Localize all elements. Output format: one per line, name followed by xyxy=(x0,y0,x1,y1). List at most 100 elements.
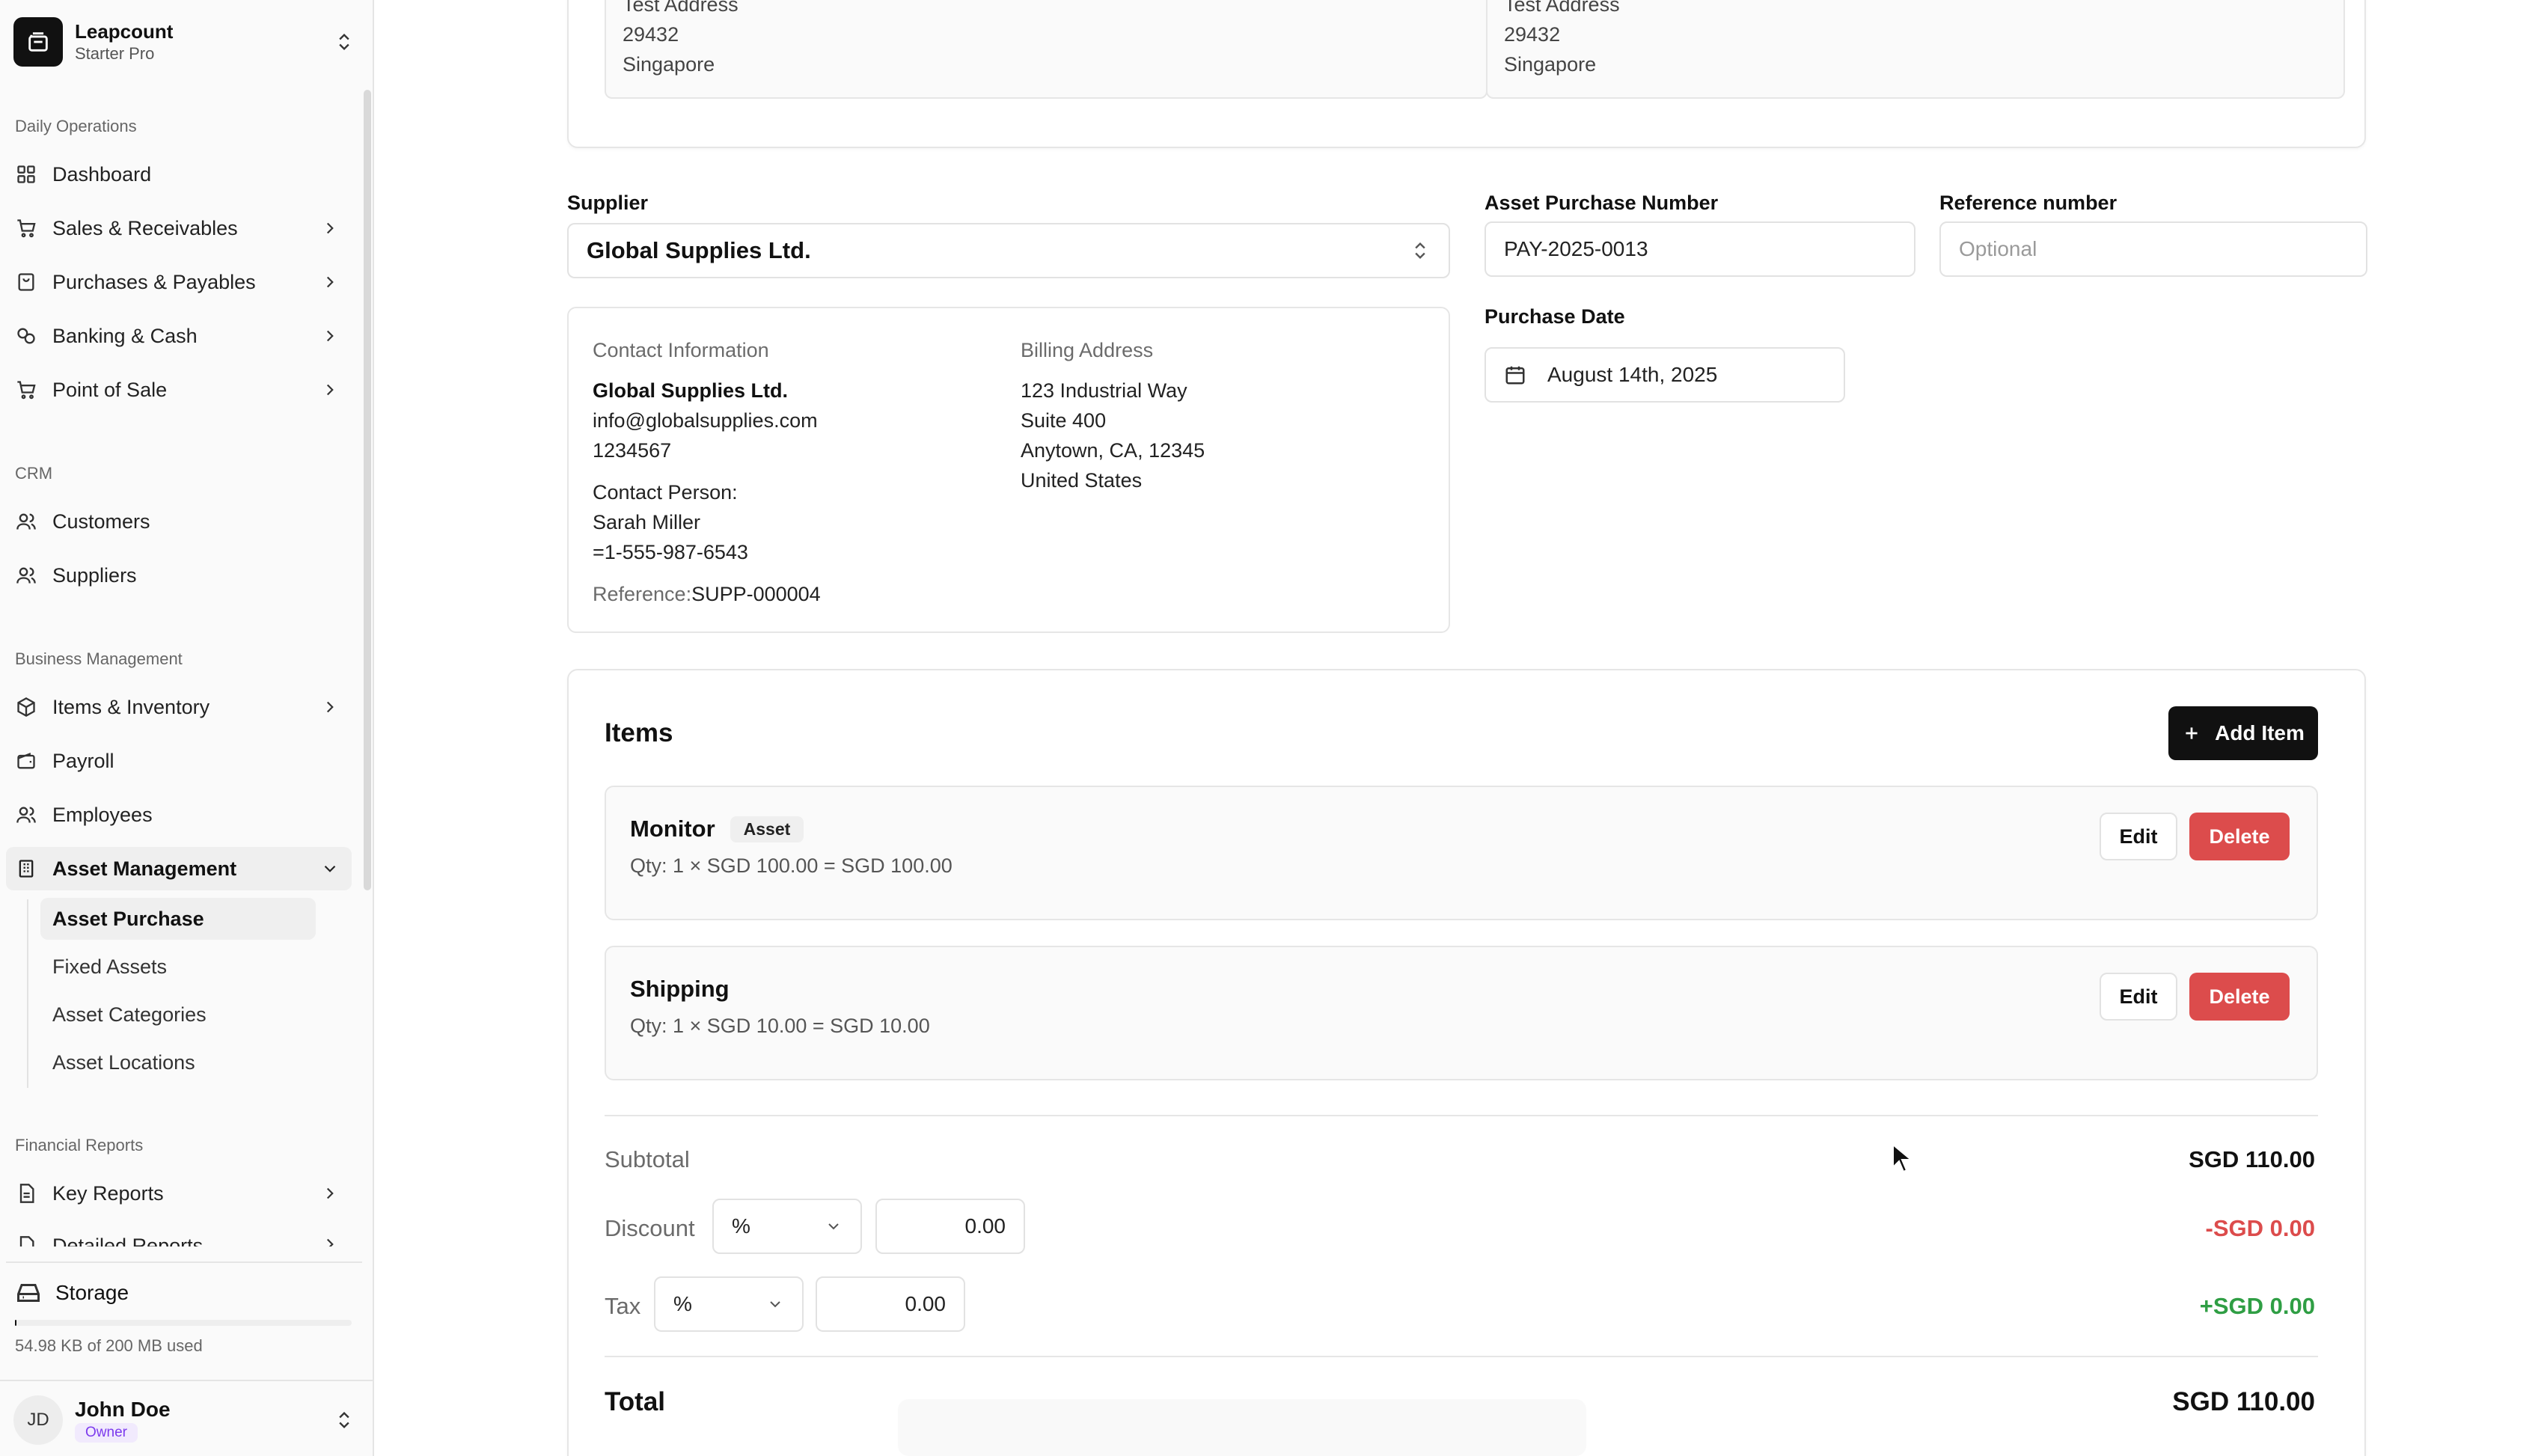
storage-link[interactable]: Storage xyxy=(15,1279,129,1306)
total-label: Total xyxy=(605,1387,666,1416)
section-crm: CRM xyxy=(15,464,53,483)
address-line: Singapore xyxy=(1504,53,1597,76)
sidebar-item-detailed-reports[interactable]: Detailed Reports xyxy=(6,1221,352,1247)
divider xyxy=(605,1115,2318,1116)
tax-type-select[interactable]: % xyxy=(654,1276,804,1332)
add-item-button[interactable]: Add Item xyxy=(2168,706,2318,760)
sidebar-item-customers[interactable]: Customers xyxy=(6,500,352,543)
discount-type-value: % xyxy=(732,1214,750,1238)
address-box-right: Test Address 29432 Singapore xyxy=(1486,0,2345,99)
sidebar-subitem-asset-categories[interactable]: Asset Categories xyxy=(40,994,316,1036)
sidebar-subitem-asset-purchase[interactable]: Asset Purchase xyxy=(40,898,316,940)
purchase-date-picker[interactable]: August 14th, 2025 xyxy=(1485,347,1845,403)
delete-item-button[interactable]: Delete xyxy=(2189,973,2290,1021)
sidebar-item-label: Sales & Receivables xyxy=(52,216,238,239)
reference-number-label: Reference number xyxy=(1939,192,2118,214)
sidebar-item-label: Point of Sale xyxy=(52,378,168,401)
chevrons-up-down-icon xyxy=(339,34,349,50)
contact-person-name: Sarah Miller xyxy=(593,511,701,533)
section-business-management: Business Management xyxy=(15,649,183,668)
billing-line: Anytown, CA, 12345 xyxy=(1021,439,1205,462)
chevron-right-icon xyxy=(326,384,334,396)
supplier-select-value: Global Supplies Ltd. xyxy=(587,237,811,263)
cart-icon xyxy=(15,379,37,401)
chevrons-up-down-icon xyxy=(1415,242,1425,259)
sidebar-item-items-inventory[interactable]: Items & Inventory xyxy=(6,685,352,729)
sidebar-item-employees[interactable]: Employees xyxy=(6,793,352,836)
user-name: John Doe xyxy=(75,1398,171,1421)
supplier-info-card: Contact Information Global Supplies Ltd.… xyxy=(567,307,1450,633)
supplier-label: Supplier xyxy=(567,192,649,214)
discount-type-select[interactable]: % xyxy=(712,1199,862,1254)
sidebar-item-pos[interactable]: Point of Sale xyxy=(6,368,352,412)
mouse-cursor-icon xyxy=(1892,1143,1912,1173)
discount-amount-input[interactable]: 0.00 xyxy=(875,1199,1025,1254)
sidebar-item-label: Key Reports xyxy=(52,1181,164,1205)
sidebar-item-label: Payroll xyxy=(52,749,114,772)
tax-amount-input[interactable]: 0.00 xyxy=(816,1276,965,1332)
delete-item-button[interactable]: Delete xyxy=(2189,813,2290,860)
purchase-number-input[interactable]: PAY-2025-0013 xyxy=(1485,221,1915,277)
reference-label: Reference: xyxy=(593,583,692,605)
sidebar-item-label: Employees xyxy=(52,803,153,826)
storage-panel: Storage 54.98 KB of 200 MB used xyxy=(0,1261,362,1366)
storage-usage: 54.98 KB of 200 MB used xyxy=(15,1336,203,1355)
sidebar-item-label: Customers xyxy=(52,510,150,533)
billing-line: 123 Industrial Way xyxy=(1021,379,1187,402)
address-line: Singapore xyxy=(623,53,715,76)
contact-heading: Contact Information xyxy=(593,339,769,361)
item-name: Shipping xyxy=(630,976,730,1003)
sidebar-item-label: Banking & Cash xyxy=(52,324,198,347)
sidebar-item-dashboard[interactable]: Dashboard xyxy=(6,153,352,196)
tax-value: +SGD 0.00 xyxy=(2199,1293,2315,1319)
sidebar-item-banking[interactable]: Banking & Cash xyxy=(6,314,352,358)
file-text-icon xyxy=(15,1235,37,1247)
receipt-icon xyxy=(15,271,37,293)
sidebar-item-sales[interactable]: Sales & Receivables xyxy=(6,207,352,250)
supplier-select[interactable]: Global Supplies Ltd. xyxy=(567,223,1450,278)
sidebar-item-suppliers[interactable]: Suppliers xyxy=(6,554,352,597)
floating-toolbar xyxy=(898,1399,1586,1456)
asset-badge: Asset xyxy=(730,816,804,842)
supplier-email: info@globalsupplies.com xyxy=(593,409,818,432)
sidebar-subitem-asset-locations[interactable]: Asset Locations xyxy=(40,1041,316,1083)
sidebar-item-payroll[interactable]: Payroll xyxy=(6,739,352,783)
address-line: Test Address xyxy=(623,0,739,16)
divider xyxy=(605,1356,2318,1357)
sidebar-item-purchases[interactable]: Purchases & Payables xyxy=(6,260,352,304)
subtotal-value: SGD 110.00 xyxy=(2189,1146,2315,1172)
list-item: Shipping Qty: 1 × SGD 10.00 = SGD 10.00 … xyxy=(605,946,2318,1080)
users-icon xyxy=(15,804,37,826)
item-name-text: Monitor xyxy=(630,816,715,842)
item-name-text: Shipping xyxy=(630,976,730,1002)
section-financial-reports: Financial Reports xyxy=(15,1136,144,1154)
contact-person-label: Contact Person: xyxy=(593,481,738,504)
layout-grid-icon xyxy=(15,163,37,186)
reference-number-input[interactable]: Optional xyxy=(1939,221,2367,277)
chevron-right-icon xyxy=(326,276,334,288)
sidebar-subitem-fixed-assets[interactable]: Fixed Assets xyxy=(40,946,316,988)
section-daily-operations: Daily Operations xyxy=(15,117,137,135)
cart-icon xyxy=(15,217,37,239)
edit-item-button[interactable]: Edit xyxy=(2100,973,2177,1021)
plus-icon xyxy=(2186,727,2198,739)
address-line: Test Address xyxy=(1504,0,1620,16)
total-value: SGD 110.00 xyxy=(2172,1387,2315,1416)
chevron-right-icon xyxy=(326,1238,334,1247)
sidebar-item-label: Dashboard xyxy=(52,162,152,186)
submenu-guide xyxy=(27,899,28,1088)
hard-drive-icon xyxy=(17,1284,40,1302)
storage-title: Storage xyxy=(55,1281,129,1304)
chevron-right-icon xyxy=(326,222,334,234)
items-title: Items xyxy=(605,718,673,747)
sidebar-item-key-reports[interactable]: Key Reports xyxy=(6,1172,352,1215)
contact-person-phone: =1-555-987-6543 xyxy=(593,541,748,563)
workspace-switcher[interactable]: Leapcount Starter Pro xyxy=(13,13,355,70)
sidebar-scrollbar[interactable] xyxy=(364,90,371,890)
building-icon xyxy=(15,857,37,880)
coins-icon xyxy=(15,325,37,347)
sidebar-item-asset-management[interactable]: Asset Management xyxy=(6,847,352,890)
wallet-icon xyxy=(15,750,37,772)
edit-item-button[interactable]: Edit xyxy=(2100,813,2177,860)
user-menu[interactable]: JD John Doe Owner xyxy=(13,1393,355,1447)
